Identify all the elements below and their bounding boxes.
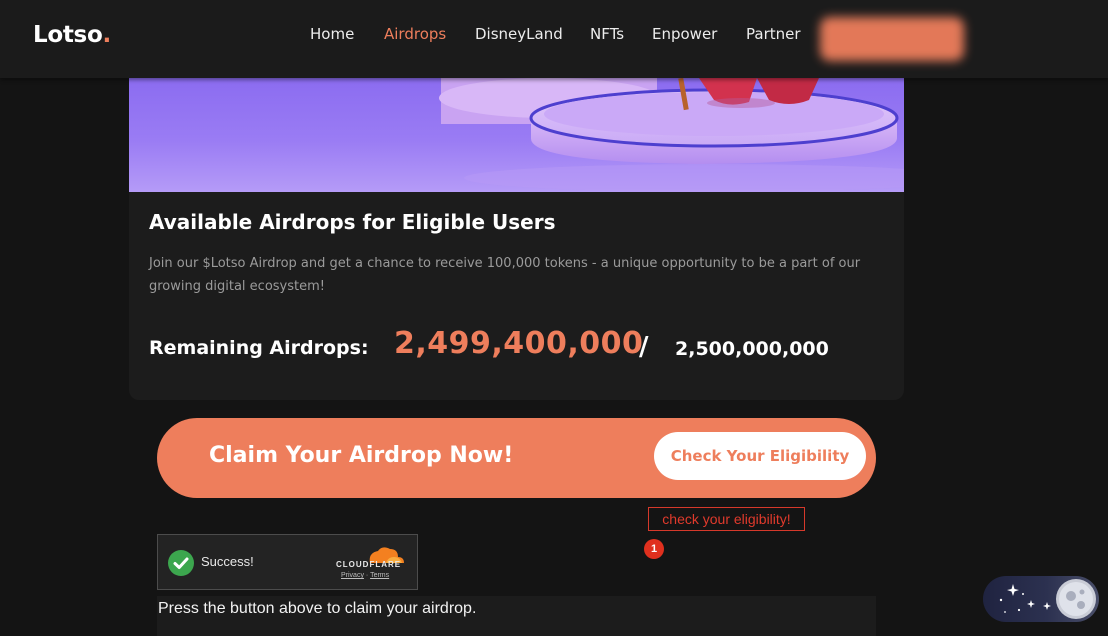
- claim-heading: Claim Your Airdrop Now!: [209, 443, 514, 468]
- brand-dot: .: [102, 22, 111, 48]
- remaining-value: 2,499,400,000: [394, 326, 644, 361]
- nav-item-home[interactable]: Home: [310, 25, 354, 43]
- brand-logo[interactable]: Lotso.: [33, 22, 111, 48]
- nav-item-enpower[interactable]: Enpower: [652, 25, 717, 43]
- links-separator: ·: [365, 572, 369, 579]
- check-circle-icon: [168, 550, 194, 576]
- nav-item-disneyland[interactable]: DisneyLand: [475, 25, 563, 43]
- turnstile-status: Success!: [201, 554, 254, 569]
- cloudflare-wordmark: CLOUDFLARE: [336, 560, 402, 569]
- card-description: Join our $Lotso Airdrop and get a chance…: [149, 256, 861, 294]
- nav-item-partner[interactable]: Partner: [746, 25, 801, 43]
- brand-name: Lotso: [33, 22, 103, 48]
- remaining-label: Remaining Airdrops:: [149, 337, 369, 359]
- terms-link[interactable]: Terms: [370, 572, 389, 579]
- claim-banner: Claim Your Airdrop Now! Check Your Eligi…: [157, 418, 876, 498]
- top-navbar: Lotso. Home Airdrops DisneyLand NFTs Enp…: [0, 0, 1108, 78]
- hero-scene-illustration: [439, 78, 904, 192]
- instruction-text: Press the button above to claim your air…: [158, 600, 477, 617]
- stars-icon: [999, 584, 1051, 613]
- card-title: Available Airdrops for Eligible Users: [149, 210, 556, 234]
- connect-wallet-button[interactable]: [820, 17, 964, 61]
- hero-banner-image: [129, 78, 904, 192]
- nav-item-airdrops[interactable]: Airdrops: [384, 25, 446, 43]
- remaining-total: 2,500,000,000: [675, 338, 829, 360]
- remaining-separator: /: [639, 332, 649, 362]
- annotation-label: check your eligibility!: [648, 507, 805, 531]
- airdrop-info-card: Available Airdrops for Eligible Users Jo…: [129, 192, 904, 400]
- cloudflare-turnstile-widget[interactable]: Success! CLOUDFLARE Privacy · Terms: [157, 534, 418, 590]
- theme-toggle[interactable]: [983, 576, 1099, 622]
- privacy-link[interactable]: Privacy: [341, 572, 364, 579]
- moon-icon: [1056, 579, 1096, 619]
- check-eligibility-button[interactable]: Check Your Eligibility: [654, 432, 866, 480]
- turnstile-links: Privacy · Terms: [341, 572, 389, 579]
- annotation-badge: 1: [644, 539, 664, 559]
- nav-item-nfts[interactable]: NFTs: [590, 25, 624, 43]
